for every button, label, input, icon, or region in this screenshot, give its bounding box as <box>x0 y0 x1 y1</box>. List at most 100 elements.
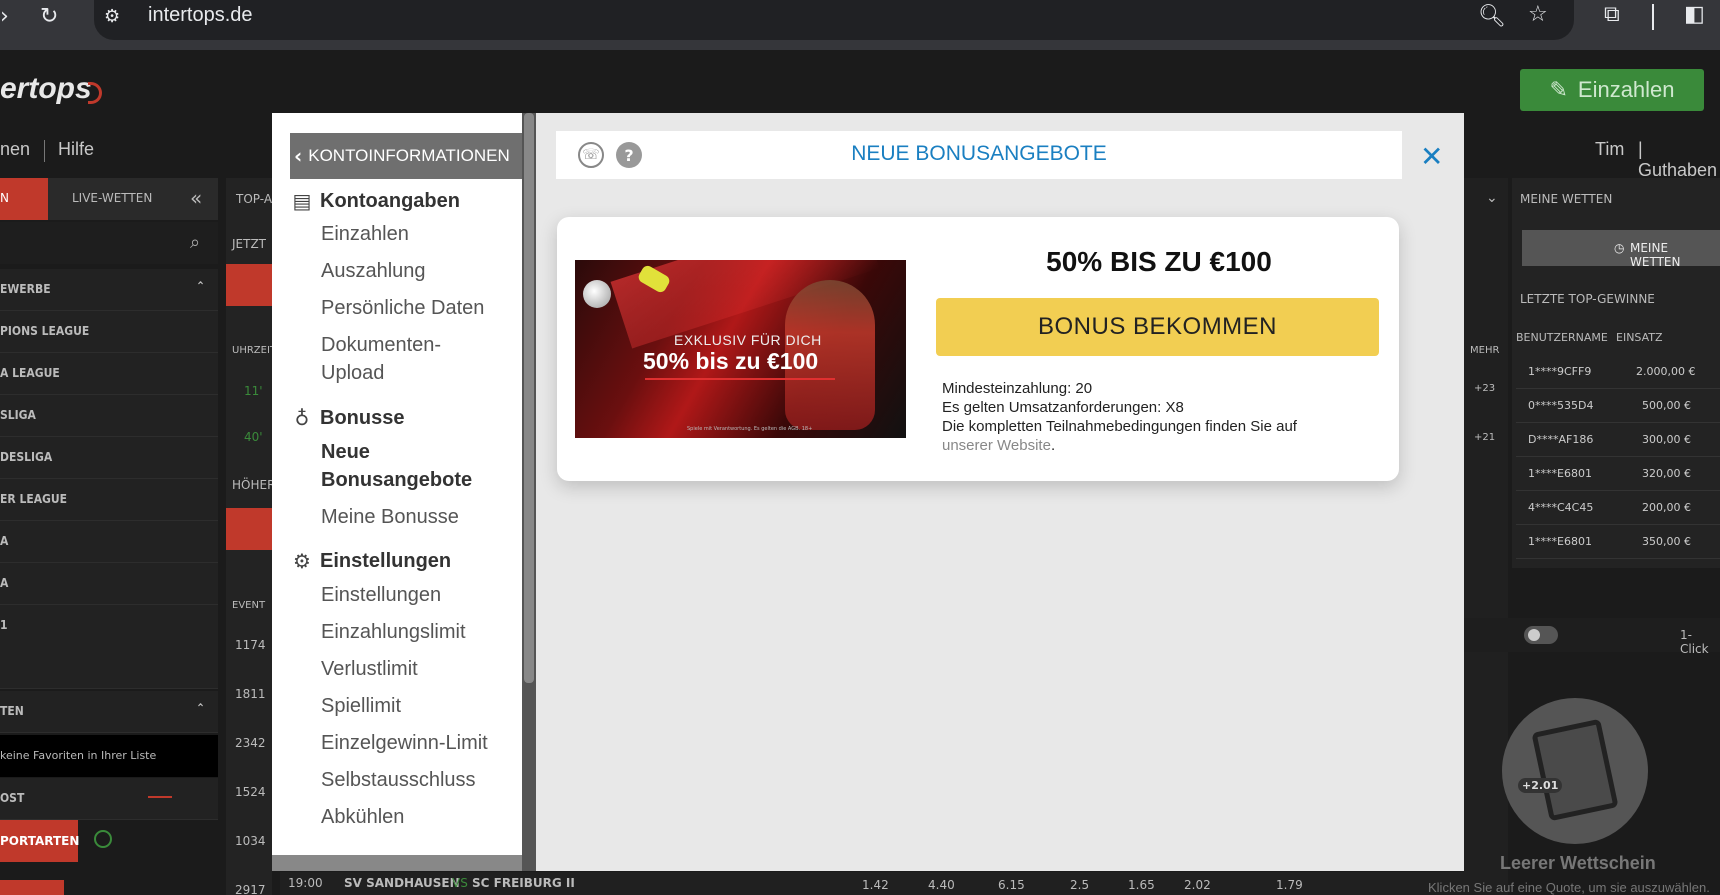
sidebar-link-cool-off[interactable]: Abkühlen <box>321 803 404 825</box>
odds-cell[interactable]: 1.42 <box>862 878 889 892</box>
terms-link[interactable]: unserer Website <box>942 437 1051 454</box>
site-settings-icon[interactable]: ⚙ <box>104 6 120 27</box>
event-id: 2917 <box>235 883 266 895</box>
left-list-item[interactable]: 1 <box>0 605 218 689</box>
section-bonuses: ♁ Bonusse <box>290 406 405 430</box>
match-row[interactable]: 19:00 SV SANDHAUSEN VS SC FREIBURG II 1.… <box>280 872 1490 895</box>
center-label: MEHR <box>1470 345 1500 356</box>
banner-fineprint: Spiele mit Verantwortung. Es gelten die … <box>687 426 813 432</box>
account-info-back-button[interactable]: ‹ KONTOINFORMATIONEN <box>290 133 522 179</box>
left-list-item[interactable]: PIONS LEAGUE <box>0 311 218 353</box>
boost-row[interactable]: OST <box>0 778 218 820</box>
match-time: 19:00 <box>288 876 323 890</box>
center-label: HÖHER <box>232 478 276 492</box>
banner-headline: 50% bis zu €100 <box>643 348 819 374</box>
betslip-badge: +2.01 <box>1518 778 1563 793</box>
page-title: NEUE BONUSANGEBOTE <box>851 142 1107 165</box>
forward-icon[interactable]: › <box>0 4 9 29</box>
nav-divider <box>44 140 45 162</box>
balance-label[interactable]: | Guthaben <box>1638 139 1720 181</box>
user-name[interactable]: Tim <box>1595 139 1624 160</box>
search-icon[interactable]: ⌕ <box>190 232 200 253</box>
odds-cell[interactable]: 4.40 <box>928 878 955 892</box>
col-header-user: BENUTZERNAME <box>1516 331 1608 344</box>
left-list-item[interactable]: A LEAGUE <box>0 353 218 395</box>
favorites-empty: keine Favoriten in Ihrer Liste <box>0 735 218 777</box>
event-id: 2342 <box>235 736 266 750</box>
side-panel-icon[interactable]: ◧ <box>1684 2 1705 27</box>
deposit-button[interactable]: ✎ Einzahlen <box>1520 69 1704 111</box>
browser-toolbar: › ↻ ⚙ intertops.de 🔍︎ ☆ ⧉ ◧ <box>0 0 1720 50</box>
event-id: 1034 <box>235 834 266 848</box>
sidebar-link-withdrawal[interactable]: Auszahlung <box>321 257 426 285</box>
chevron-left-icon: ‹ <box>294 144 303 168</box>
account-info-label: KONTOINFORMATIONEN <box>308 146 510 165</box>
table-row: 1****E6801 320,00 € <box>1516 457 1720 491</box>
favorites-head[interactable]: TEN ⌃ <box>0 691 218 733</box>
odds-cell[interactable]: 6.15 <box>998 878 1025 892</box>
odds-cell[interactable]: 1.65 <box>1128 878 1155 892</box>
nav-item[interactable]: nen <box>0 139 30 160</box>
empty-betslip-hint: Klicken Sie auf eine Quote, um sie auszu… <box>1428 880 1710 895</box>
table-row: D****AF186 300,00 € <box>1516 423 1720 457</box>
vs-label: VS <box>452 876 468 890</box>
event-id: 1524 <box>235 785 266 799</box>
site-logo[interactable]: ertops <box>0 72 92 106</box>
my-bets-button-label: MEINE WETTEN <box>1630 241 1681 269</box>
sidebar-link-self-exclusion[interactable]: Selbstausschluss <box>321 766 476 794</box>
collapse-icon[interactable]: « <box>190 186 202 210</box>
sidebar-link-my-bonuses[interactable]: Meine Bonusse <box>321 503 459 531</box>
table-row: 1****E6801 350,00 € <box>1516 525 1720 559</box>
sidebar-link-game-limit[interactable]: Spiellimit <box>321 692 401 720</box>
close-icon[interactable]: ✕ <box>1420 140 1443 173</box>
sidebar-link-personal-data[interactable]: Persönliche Daten <box>321 294 484 322</box>
sidebar-scrollbar-thumb[interactable] <box>524 113 534 683</box>
odds-cell[interactable]: 2.5 <box>1070 878 1089 892</box>
reload-icon[interactable]: ↻ <box>40 4 58 29</box>
sports-button[interactable]: PORTARTEN <box>0 820 79 862</box>
odds-cell[interactable]: 1.79 <box>1276 878 1303 892</box>
sidebar-link-deposit[interactable]: Einzahlen <box>321 220 409 248</box>
event-id: 1174 <box>235 638 266 652</box>
toolbar-divider <box>1652 4 1654 30</box>
get-bonus-button[interactable]: BONUS BEKOMMEN <box>936 298 1379 356</box>
chevron-down-icon[interactable]: ⌄ <box>1486 190 1498 206</box>
sidebar-link-settings[interactable]: Einstellungen <box>321 581 441 609</box>
tab-label: N <box>0 191 9 205</box>
left-list-item[interactable]: A <box>0 521 218 563</box>
one-click-row: 1-Click <box>1460 618 1720 656</box>
sidebar-horizontal-scrollbar[interactable] <box>272 855 522 871</box>
my-bets-heading: MEINE WETTEN <box>1520 192 1613 206</box>
section-heading: Kontoangaben <box>320 189 460 212</box>
section-account-details: ▤ Kontoangaben <box>290 189 460 213</box>
left-section-head[interactable]: EWERBE ⌃ <box>0 269 218 311</box>
extensions-icon[interactable]: ⧉ <box>1604 2 1620 27</box>
bookmark-star-icon[interactable]: ☆ <box>1528 2 1548 27</box>
sidebar-link-new-bonus-offers[interactable]: Neue Bonusangebote <box>321 438 511 494</box>
offer-terms: Mindesteinzahlung: 20 Es gelten Umsatzan… <box>942 379 1297 455</box>
sidebar-link-document-upload[interactable]: Dokumenten- Upload <box>321 331 441 387</box>
left-list-item[interactable]: A <box>0 563 218 605</box>
nav-help[interactable]: Hilfe <box>58 139 94 160</box>
more-count[interactable]: +21 <box>1474 432 1495 443</box>
odds-cell[interactable]: 2.02 <box>1184 878 1211 892</box>
sidebar-link-loss-limit[interactable]: Verlustlimit <box>321 655 418 683</box>
left-list-item[interactable]: DESLIGA <box>0 437 218 479</box>
more-count[interactable]: +23 <box>1474 383 1495 394</box>
bonus-banner-image: EXKLUSIV FÜR DICH 50% bis zu €100 Spiele… <box>575 260 906 438</box>
my-bets-button[interactable]: ◷ MEINE WETTEN <box>1522 230 1720 269</box>
soccer-ball-icon[interactable] <box>94 830 112 848</box>
tab-live-bets[interactable]: LIVE-WETTEN « <box>48 178 218 220</box>
left-list-item[interactable]: ER LEAGUE <box>0 479 218 521</box>
zoom-icon[interactable]: 🔍︎ <box>1478 4 1506 29</box>
red-strip <box>0 880 64 895</box>
address-bar[interactable] <box>94 0 1574 40</box>
sidebar-link-single-win-limit[interactable]: Einzelgewinn-Limit <box>321 729 488 757</box>
left-search[interactable]: ⌕ <box>0 222 218 264</box>
sidebar-link-deposit-limit[interactable]: Einzahlungslimit <box>321 618 466 646</box>
section-settings: ⚙ Einstellungen <box>290 549 451 573</box>
top-wins-heading: LETZTE TOP-GEWINNE <box>1520 292 1655 306</box>
deposit-label: Einzahlen <box>1577 77 1675 102</box>
id-card-icon: ▤ <box>292 189 312 213</box>
left-list-item[interactable]: SLIGA <box>0 395 218 437</box>
